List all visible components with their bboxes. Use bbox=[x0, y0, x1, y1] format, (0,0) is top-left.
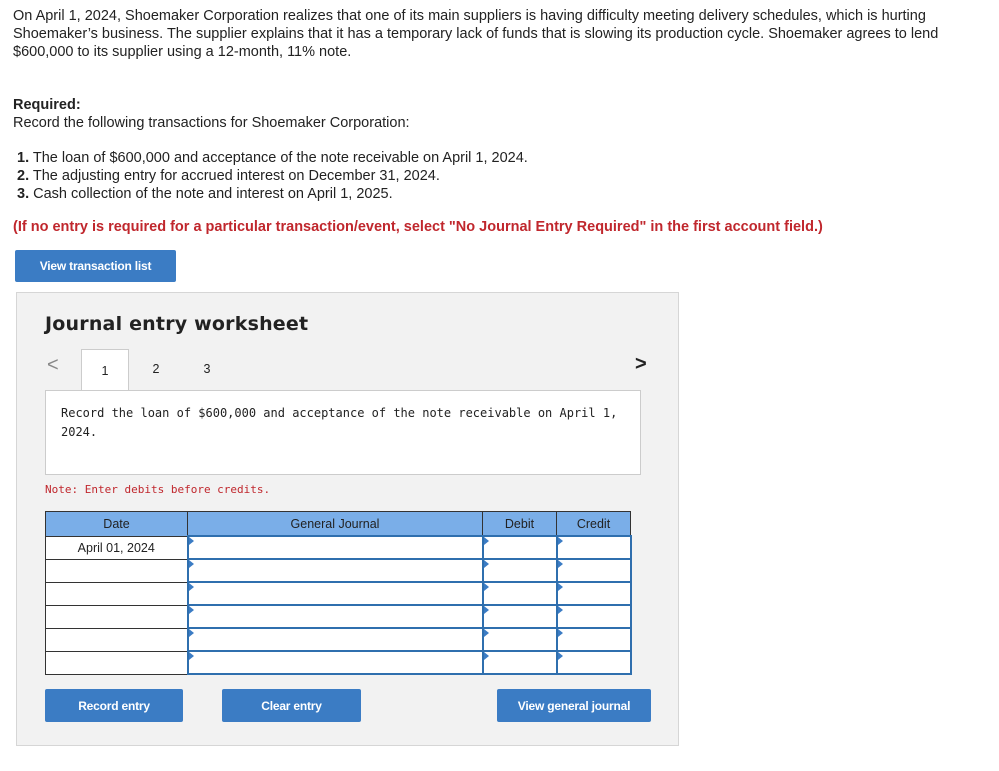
debit-input[interactable] bbox=[481, 558, 558, 583]
debit-input[interactable] bbox=[481, 535, 558, 560]
debit-input[interactable] bbox=[481, 627, 558, 652]
no-entry-instruction: (If no entry is required for a particula… bbox=[13, 219, 823, 235]
problem-statement: On April 1, 2024, Shoemaker Corporation … bbox=[13, 8, 939, 60]
credit-input[interactable] bbox=[555, 558, 632, 583]
credit-column-header: Credit bbox=[556, 511, 631, 537]
date-cell[interactable] bbox=[45, 581, 188, 606]
transaction-description: Record the loan of $600,000 and acceptan… bbox=[45, 390, 641, 475]
date-cell[interactable] bbox=[45, 604, 188, 629]
required-heading: Required: bbox=[13, 97, 81, 113]
step-3: 3. Cash collection of the note and inter… bbox=[17, 185, 528, 203]
next-arrow-icon[interactable]: > bbox=[635, 353, 647, 376]
date-cell[interactable]: April 01, 2024 bbox=[45, 535, 188, 560]
view-general-journal-button[interactable]: View general journal bbox=[497, 689, 651, 722]
account-dropdown[interactable] bbox=[186, 535, 484, 560]
date-cell[interactable] bbox=[45, 558, 188, 583]
credit-input[interactable] bbox=[555, 627, 632, 652]
debit-input[interactable] bbox=[481, 604, 558, 629]
record-entry-button[interactable]: Record entry bbox=[45, 689, 183, 722]
credit-input[interactable] bbox=[555, 581, 632, 606]
credit-input[interactable] bbox=[555, 604, 632, 629]
debits-before-credits-note: Note: Enter debits before credits. bbox=[45, 483, 271, 496]
table-row bbox=[45, 581, 632, 606]
step-2: 2. The adjusting entry for accrued inter… bbox=[17, 167, 528, 185]
required-text: Record the following transactions for Sh… bbox=[13, 115, 410, 131]
table-row bbox=[45, 627, 632, 652]
table-row: April 01, 2024 bbox=[45, 535, 632, 560]
debit-column-header: Debit bbox=[482, 511, 557, 537]
step-1: 1. The loan of $600,000 and acceptance o… bbox=[17, 149, 528, 167]
table-row bbox=[45, 604, 632, 629]
worksheet-title: Journal entry worksheet bbox=[45, 313, 309, 335]
tab-3[interactable]: 3 bbox=[183, 349, 231, 389]
step-text: The loan of $600,000 and acceptance of t… bbox=[29, 150, 528, 166]
previous-arrow-icon[interactable]: < bbox=[47, 354, 59, 377]
table-row bbox=[45, 558, 632, 583]
step-number: 1. bbox=[17, 150, 30, 166]
date-column-header: Date bbox=[45, 511, 188, 537]
step-number: 3. bbox=[17, 186, 30, 202]
tab-1[interactable]: 1 bbox=[81, 349, 129, 391]
clear-entry-button[interactable]: Clear entry bbox=[222, 689, 361, 722]
step-text: Cash collection of the note and interest… bbox=[29, 186, 393, 202]
requirement-steps: 1. The loan of $600,000 and acceptance o… bbox=[17, 149, 528, 203]
step-number: 2. bbox=[17, 168, 30, 184]
debit-input[interactable] bbox=[481, 650, 558, 675]
account-dropdown[interactable] bbox=[186, 627, 484, 652]
account-dropdown[interactable] bbox=[186, 581, 484, 606]
date-cell[interactable] bbox=[45, 627, 188, 652]
general-journal-column-header: General Journal bbox=[187, 511, 483, 537]
credit-input[interactable] bbox=[555, 535, 632, 560]
tab-2[interactable]: 2 bbox=[132, 349, 180, 389]
view-transaction-list-button[interactable]: View transaction list bbox=[15, 250, 176, 282]
journal-entry-table: Date General Journal Debit Credit April … bbox=[45, 511, 632, 675]
journal-entry-worksheet: Journal entry worksheet < 1 2 3 > Record… bbox=[16, 292, 679, 746]
step-text: The adjusting entry for accrued interest… bbox=[29, 168, 440, 184]
account-dropdown[interactable] bbox=[186, 650, 484, 675]
account-dropdown[interactable] bbox=[186, 558, 484, 583]
account-dropdown[interactable] bbox=[186, 604, 484, 629]
date-cell[interactable] bbox=[45, 650, 188, 675]
credit-input[interactable] bbox=[555, 650, 632, 675]
table-header-row: Date General Journal Debit Credit bbox=[45, 511, 631, 537]
table-row bbox=[45, 650, 632, 675]
debit-input[interactable] bbox=[481, 581, 558, 606]
